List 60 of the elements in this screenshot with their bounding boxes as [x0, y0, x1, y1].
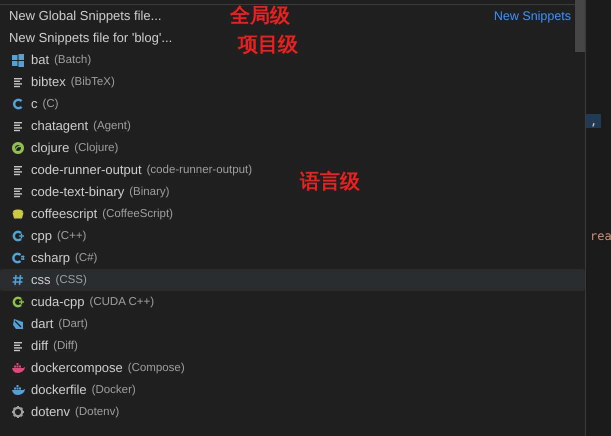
code-fragment: , — [586, 114, 602, 128]
language-item[interactable]: diff (Diff) — [0, 335, 86, 357]
language-name: c — [31, 95, 38, 113]
language-name: dockercompose — [31, 359, 123, 377]
language-item[interactable]: c (C) — [0, 93, 66, 115]
language-description: (Docker) — [92, 383, 136, 398]
language-description: (Batch) — [54, 53, 92, 68]
language-name: dotenv — [31, 403, 70, 421]
language-description: (code-runner-output) — [146, 163, 252, 178]
language-name: bat — [31, 51, 50, 69]
language-item[interactable]: bat (Batch) — [0, 49, 100, 71]
menu-item[interactable]: New Global Snippets file... — [9, 5, 162, 27]
language-description: (CSS) — [56, 273, 87, 288]
language-description: (Binary) — [129, 185, 170, 200]
language-item[interactable]: dockerfile (Docker) — [0, 379, 144, 401]
language-name: code-runner-output — [31, 161, 142, 179]
language-item[interactable]: code-runner-output (code-runner-output) — [0, 159, 260, 181]
language-description: (CoffeeScript) — [102, 207, 173, 222]
language-name: diff — [31, 337, 48, 355]
language-item[interactable]: chatagent (Agent) — [0, 115, 139, 137]
language-item[interactable]: css (CSS) — [0, 269, 585, 291]
language-name: cuda-cpp — [31, 293, 84, 311]
language-description: (Diff) — [53, 339, 78, 354]
language-name: csharp — [31, 249, 70, 267]
language-name: dockerfile — [31, 381, 87, 399]
language-name: chatagent — [31, 117, 88, 135]
language-description: (Agent) — [93, 119, 131, 134]
language-item[interactable]: dart (Dart) — [0, 313, 96, 335]
language-description: (C#) — [75, 251, 98, 266]
language-description: (C) — [42, 97, 58, 112]
language-item[interactable]: dotenv (Dotenv) — [0, 401, 128, 423]
menu-item[interactable]: New Snippets file for 'blog'... — [0, 27, 184, 49]
language-name: code-text-binary — [31, 183, 124, 201]
language-name: coffeescript — [31, 205, 98, 223]
annotation-label: 语言级 — [300, 168, 360, 195]
language-item[interactable]: cpp (C++) — [0, 225, 94, 247]
language-item[interactable]: bibtex (BibTeX) — [0, 71, 123, 93]
language-description: (Dart) — [58, 317, 88, 332]
language-name: cpp — [31, 227, 52, 245]
scrollbar-thumb[interactable] — [575, 0, 585, 52]
code-fragment: rea — [589, 229, 611, 243]
language-item[interactable]: cuda-cpp (CUDA C++) — [0, 291, 162, 313]
language-name: css — [31, 271, 50, 289]
language-description: (Compose) — [128, 361, 185, 376]
language-item[interactable]: csharp (C#) — [0, 247, 106, 269]
language-description: (CUDA C++) — [89, 295, 154, 310]
annotation-label: 项目级 — [238, 31, 298, 58]
language-item[interactable]: coffeescript (CoffeeScript) — [0, 203, 181, 225]
language-description: (Clojure) — [74, 141, 118, 156]
language-name: clojure — [31, 139, 70, 157]
language-name: dart — [31, 315, 54, 333]
language-description: (BibTeX) — [70, 75, 115, 90]
language-item[interactable]: clojure (Clojure) — [0, 137, 126, 159]
language-item[interactable]: code-text-binary (Binary) — [0, 181, 178, 203]
language-item[interactable]: dockercompose (Compose) — [0, 357, 193, 379]
language-description: (Dotenv) — [75, 405, 120, 420]
language-name: bibtex — [31, 73, 66, 91]
language-description: (C++) — [56, 229, 86, 244]
separator-label: New Snippets — [494, 8, 571, 25]
annotation-label: 全局级 — [230, 2, 290, 29]
